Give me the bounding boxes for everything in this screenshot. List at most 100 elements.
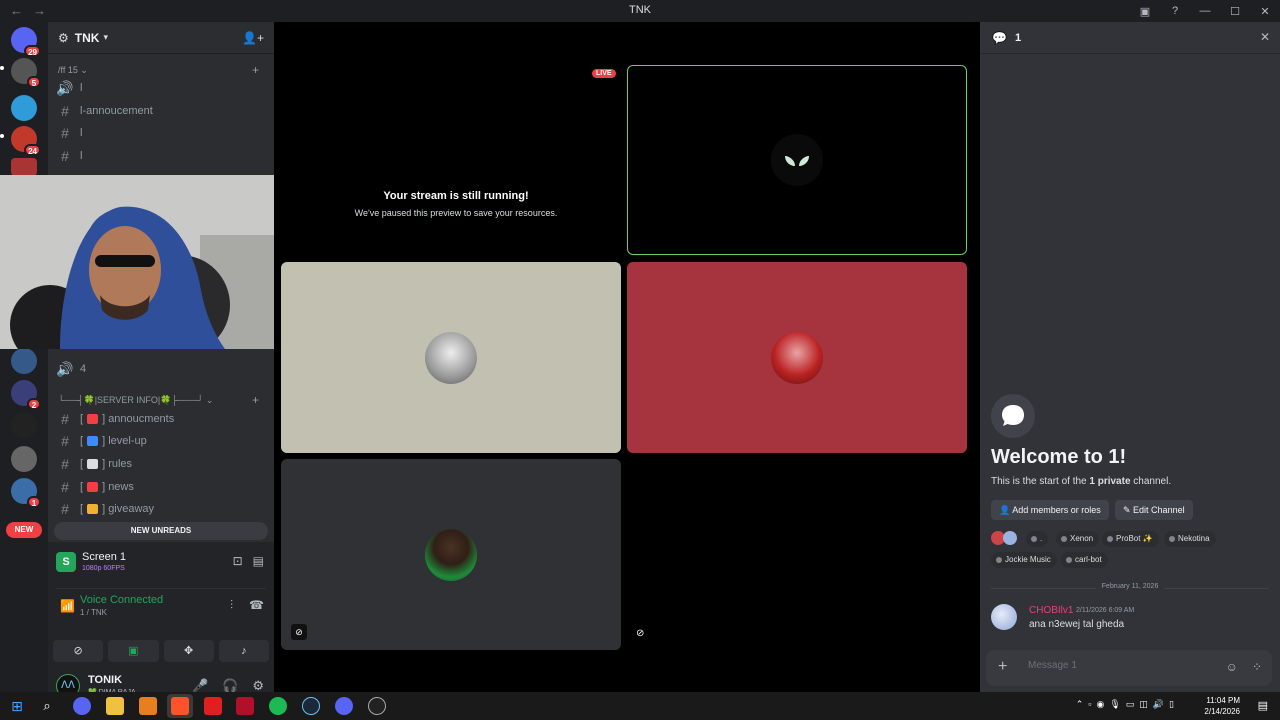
pin-emoji-icon: [87, 414, 99, 424]
soundboard-button[interactable]: ♪: [218, 640, 269, 662]
hash-icon: #: [61, 103, 69, 119]
guild-header[interactable]: ⚙ TNK ▾ 👤+: [48, 22, 274, 54]
member-chip-xenon[interactable]: Xenon: [1056, 531, 1100, 547]
unread-pill: [0, 134, 4, 138]
screen-title: Screen 1: [82, 551, 127, 563]
stream-tile[interactable]: Your stream is still running! We've paus…: [280, 66, 622, 256]
text-channel[interactable]: #[] news: [56, 477, 266, 497]
invite-icon[interactable]: 👤+: [242, 31, 264, 45]
voice-status-panel: 📶 Voice Connected 1 / TNK ⫶ ☎: [56, 588, 266, 618]
voice-channel[interactable]: 🔊 l: [56, 78, 266, 98]
volume-icon[interactable]: 🔊: [1153, 699, 1164, 710]
category-header[interactable]: /ff 15 ⌄ +: [58, 63, 259, 77]
screen-share-icon: S: [56, 552, 76, 572]
alien-avatar: [771, 134, 823, 186]
participant-tile[interactable]: ⊘: [281, 459, 621, 650]
member-avatar[interactable]: [1003, 531, 1017, 545]
close-window-button[interactable]: ✕: [1250, 5, 1280, 18]
server-icon[interactable]: [11, 412, 37, 438]
new-unreads-button[interactable]: NEW UNREADS: [54, 522, 268, 540]
file-explorer-icon[interactable]: [106, 697, 124, 715]
tray-app-icon[interactable]: ▯: [1169, 699, 1174, 710]
member-chip[interactable]: .: [1026, 531, 1049, 547]
edit-channel-button[interactable]: ✎ Edit Channel: [1115, 500, 1193, 520]
apps-icon[interactable]: ⁘: [1252, 660, 1262, 674]
text-channel[interactable]: #[] giveaway: [56, 499, 266, 519]
camera-off-icon: ⊘: [636, 628, 645, 639]
server-icon[interactable]: [11, 95, 37, 121]
app-icon[interactable]: [368, 697, 386, 715]
minimize-button[interactable]: —: [1190, 5, 1220, 17]
server-icon[interactable]: [11, 158, 37, 176]
tray-app-icon[interactable]: ▫: [1088, 699, 1091, 710]
member-chip-carlbot[interactable]: carl-bot: [1061, 552, 1108, 568]
member-chip-nekotina[interactable]: Nekotina: [1164, 531, 1216, 547]
camera-off-button[interactable]: ⊘: [53, 640, 104, 662]
user-panels: S Screen 1 1080p 60FPS ⊡ ▤ 📶 Voice Conne…: [48, 542, 274, 710]
inbox-icon[interactable]: ▣: [1130, 5, 1160, 18]
server-icon[interactable]: 2: [11, 380, 41, 410]
network-icon[interactable]: ◫: [1139, 699, 1148, 710]
stop-stream-icon[interactable]: ⊡: [233, 554, 243, 568]
screen-share-button[interactable]: ▣: [108, 640, 159, 662]
add-members-button[interactable]: 👤 Add members or roles: [991, 500, 1109, 520]
close-icon[interactable]: ✕: [1260, 30, 1270, 44]
voice-channel-path[interactable]: 1 / TNK: [80, 608, 107, 617]
category-header[interactable]: └──┤🍀|SERVER INFO|🍀├───┘ ⌄ +: [58, 393, 259, 407]
discord-taskbar-icon[interactable]: [335, 697, 353, 715]
chevron-up-icon[interactable]: ⌃: [1076, 699, 1084, 710]
home-button[interactable]: 29: [11, 27, 41, 57]
help-icon[interactable]: ?: [1160, 5, 1190, 17]
stream-settings-icon[interactable]: ▤: [253, 554, 264, 568]
windows-start-icon[interactable]: ⊞: [8, 697, 26, 715]
server-icon[interactable]: [11, 348, 37, 374]
participant-tile[interactable]: [627, 262, 967, 453]
taskbar-clock[interactable]: 11:04 PM 2/14/2026: [1204, 695, 1240, 717]
text-channel[interactable]: # l: [56, 146, 266, 166]
hash-icon: #: [61, 433, 69, 449]
text-channel[interactable]: #[] rules: [56, 454, 266, 474]
add-channel-icon[interactable]: +: [252, 63, 259, 77]
search-icon[interactable]: ⌕: [38, 697, 56, 715]
spotify-icon[interactable]: [269, 697, 287, 715]
member-chip-probot[interactable]: ProBot ✨: [1102, 531, 1159, 547]
server-icon[interactable]: 24: [11, 126, 41, 156]
brave-browser-icon[interactable]: [171, 697, 189, 715]
voice-channel[interactable]: 🔊 4: [56, 359, 266, 379]
server-icon[interactable]: 5: [11, 58, 41, 88]
activities-button[interactable]: ✥: [163, 640, 214, 662]
microphone-icon[interactable]: 🎙: [1109, 699, 1120, 710]
maximize-button[interactable]: ☐: [1220, 5, 1250, 18]
text-channel[interactable]: # l-annoucement: [56, 101, 266, 121]
emoji-icon[interactable]: ☺: [1226, 660, 1238, 674]
steam-icon[interactable]: [302, 697, 320, 715]
text-channel[interactable]: #[] annoucments: [56, 409, 266, 429]
app-icon[interactable]: [139, 697, 157, 715]
text-channel[interactable]: #[] level-up: [56, 431, 266, 451]
discord-taskbar-icon[interactable]: [73, 697, 91, 715]
voice-status[interactable]: Voice Connected: [80, 594, 163, 606]
tray-app-icon[interactable]: ▭: [1126, 699, 1135, 710]
hash-icon: #: [61, 148, 69, 164]
participant-tile[interactable]: [281, 262, 621, 453]
new-mentions-pill[interactable]: NEW: [6, 522, 42, 538]
voicemod-icon[interactable]: [236, 697, 254, 715]
webcam-person-image: [0, 175, 318, 349]
server-icon[interactable]: 1: [11, 478, 41, 508]
server-icon[interactable]: [11, 446, 37, 472]
participant-tile-speaking[interactable]: [627, 65, 967, 255]
disconnect-icon[interactable]: ☎: [249, 598, 264, 613]
add-channel-icon[interactable]: +: [252, 393, 259, 407]
channel-label: level-up: [108, 435, 147, 447]
text-channel[interactable]: # l: [56, 123, 266, 143]
message-input[interactable]: [1028, 660, 1208, 671]
channel-chat-icon: [991, 394, 1035, 438]
avatar[interactable]: [991, 604, 1017, 630]
app-icon[interactable]: [204, 697, 222, 715]
notification-icon[interactable]: ▤: [1258, 699, 1268, 712]
noise-suppression-icon[interactable]: ⫶: [230, 598, 233, 613]
tray-app-icon[interactable]: ◉: [1097, 699, 1105, 710]
message-author[interactable]: CHOBIlv1: [1029, 605, 1073, 616]
member-chip-jockie[interactable]: Jockie Music: [991, 552, 1057, 568]
attach-plus-icon[interactable]: +: [998, 658, 1007, 676]
